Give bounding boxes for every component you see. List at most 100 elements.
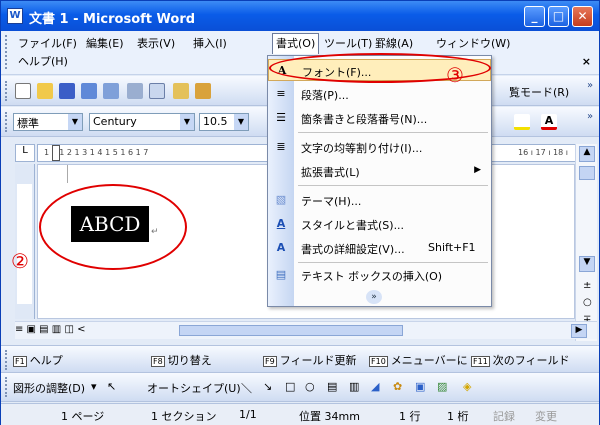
menu-insert[interactable]: 挿入(I) xyxy=(193,35,227,51)
spelling-icon[interactable] xyxy=(173,83,189,99)
expand-menu-icon[interactable]: » xyxy=(366,290,382,304)
chevron-down-icon[interactable]: ▼ xyxy=(234,114,248,130)
line-icon[interactable]: ＼ xyxy=(241,380,252,396)
draw-adjust-menu[interactable]: 図形の調整(D) xyxy=(13,380,85,396)
chevron-down-icon[interactable]: ▼ xyxy=(68,114,82,130)
browse-object-icon[interactable]: ○ xyxy=(583,297,592,308)
fkey-help[interactable]: F1 ヘルプ xyxy=(13,352,63,368)
open-folder-icon[interactable] xyxy=(37,83,53,99)
status-section: 1 セクション xyxy=(151,410,217,423)
function-key-bar: F1 ヘルプ F8 切り替え F9 フィールド更新 F10 メニューバーに F11 次のフ… xyxy=(1,345,599,373)
menu-table[interactable]: 罫線(A) xyxy=(375,35,413,51)
toolbar-options-icon[interactable]: » xyxy=(587,111,593,122)
horizontal-scroll-row: ≡ ▣ ▤ ▥ ◫ < ▶ xyxy=(15,321,597,339)
close-button[interactable]: ✕ xyxy=(572,6,593,27)
paragraph-icon: ≡ xyxy=(276,87,286,100)
title-bar[interactable]: W 文書 1 - Microsoft Word _ □ ✕ xyxy=(1,1,599,31)
styles-icon: A xyxy=(276,217,286,230)
select-pointer-icon[interactable]: ↖ xyxy=(107,380,116,393)
menu-item-distribute[interactable]: ≣ 文字の均等割り付け(I)... xyxy=(268,136,491,158)
fkey-menu-bar[interactable]: F10 メニューバーに xyxy=(369,352,468,368)
autoshape-menu[interactable]: オートシェイプ(U) xyxy=(147,380,241,396)
research-icon[interactable] xyxy=(195,83,211,99)
submenu-arrow-icon: ▶ xyxy=(474,165,481,175)
print-preview-icon[interactable] xyxy=(149,83,165,99)
textbox-icon[interactable]: ▤ xyxy=(327,380,337,393)
menu-file[interactable]: ファイル(F) xyxy=(18,35,77,51)
print-icon[interactable] xyxy=(127,83,143,99)
menu-item-extended-format[interactable]: 拡張書式(L) ▶ xyxy=(268,160,491,182)
reading-mode-button[interactable]: 覧モード(R) xyxy=(509,84,569,100)
view-buttons[interactable]: ≡ ▣ ▤ ▥ ◫ < xyxy=(15,324,85,335)
status-track-changes[interactable]: 変更 xyxy=(535,408,557,424)
status-position: 位置 34mm xyxy=(299,410,360,423)
rectangle-icon[interactable]: □ xyxy=(285,380,295,393)
toolbar-grip[interactable] xyxy=(5,81,8,101)
vertical-scrollbar[interactable]: ▲ ▼ ± ○ ∓ xyxy=(575,144,597,341)
new-document-icon[interactable] xyxy=(15,83,31,99)
oval-icon[interactable]: ○ xyxy=(305,380,315,393)
menu-help[interactable]: ヘルプ(H) xyxy=(18,53,68,69)
menu-edit[interactable]: 編集(E) xyxy=(86,35,124,51)
menubar-grip[interactable] xyxy=(5,35,8,69)
scroll-thumb[interactable] xyxy=(579,166,595,180)
font-select[interactable]: Century ▼ xyxy=(89,113,195,131)
annotation-number-2: ② xyxy=(11,249,29,273)
style-select[interactable]: 標準 ▼ xyxy=(13,113,83,131)
clipart-icon[interactable]: ▣ xyxy=(415,380,425,393)
word-app-icon[interactable]: W xyxy=(7,8,23,24)
picture-icon[interactable]: ▨ xyxy=(437,380,447,393)
menu-item-insert-textbox[interactable]: ▤ テキスト ボックスの挿入(O) xyxy=(268,264,491,286)
chevron-down-icon[interactable]: ▼ xyxy=(180,114,194,130)
theme-icon: ▧ xyxy=(275,193,287,206)
menu-item-bullets[interactable]: ☰ 箇条書きと段落番号(N)... xyxy=(268,107,491,129)
textbox-icon: ▤ xyxy=(275,268,287,281)
menu-view[interactable]: 表示(V) xyxy=(137,35,175,51)
menu-tools[interactable]: ツール(T) xyxy=(324,35,372,51)
menu-window[interactable]: ウィンドウ(W) xyxy=(436,35,510,51)
menu-item-label: 文字の均等割り付け(I)... xyxy=(301,142,423,155)
drawing-toolbar: 図形の調整(D) ▾ ↖ オートシェイプ(U) ＼ ↘ □ ○ ▤ ▥ ◢ ✿ … xyxy=(1,373,599,402)
fkey-update-field[interactable]: F9 フィールド更新 xyxy=(263,352,356,368)
indent-marker[interactable] xyxy=(52,145,60,161)
fkey-switch[interactable]: F8 切り替え xyxy=(151,352,212,368)
font-size-select[interactable]: 10.5 ▼ xyxy=(199,113,249,131)
vertical-ruler[interactable] xyxy=(15,164,35,319)
scroll-right-icon[interactable]: ▶ xyxy=(571,324,587,338)
status-record[interactable]: 記録 xyxy=(493,408,515,424)
email-icon[interactable] xyxy=(103,83,119,99)
scroll-down-icon[interactable]: ▼ xyxy=(579,256,595,272)
menu-item-label: 段落(P)... xyxy=(301,89,349,102)
bullets-icon: ☰ xyxy=(276,111,286,124)
menu-item-reveal-formatting[interactable]: A 書式の詳細設定(V)... Shift+F1 xyxy=(268,237,491,259)
horizontal-scroll-thumb[interactable] xyxy=(179,325,403,336)
arrow-icon[interactable]: ↘ xyxy=(263,380,272,393)
menu-item-styles[interactable]: A スタイルと書式(S)... xyxy=(268,213,491,235)
highlight-icon[interactable] xyxy=(514,114,530,130)
window-title: 文書 1 - Microsoft Word xyxy=(29,12,196,27)
document-close-icon[interactable]: × xyxy=(582,55,591,68)
diagram-icon[interactable]: ✿ xyxy=(393,380,402,393)
menu-item-theme[interactable]: ▧ テーマ(H)... xyxy=(268,189,491,211)
format-menu: A フォント(F)... ≡ 段落(P)... ☰ 箇条書きと段落番号(N)..… xyxy=(267,55,492,307)
minimize-button[interactable]: _ xyxy=(524,6,545,27)
chevron-down-icon[interactable]: ▾ xyxy=(91,380,97,393)
prev-page-icon[interactable]: ± xyxy=(583,280,591,291)
scroll-up-icon[interactable]: ▲ xyxy=(579,146,595,162)
fill-color-icon[interactable]: ◈ xyxy=(463,380,471,393)
permission-icon[interactable] xyxy=(81,83,97,99)
fkey-next-field[interactable]: F11 次のフィールド xyxy=(471,352,570,368)
font-color-icon[interactable]: A xyxy=(541,114,557,130)
vertical-textbox-icon[interactable]: ▥ xyxy=(349,380,359,393)
status-column: 1 桁 xyxy=(447,410,469,423)
menu-item-label: テーマ(H)... xyxy=(301,195,362,208)
menu-format[interactable]: 書式(O) xyxy=(272,33,320,54)
toolbar-grip[interactable] xyxy=(5,112,8,132)
toolbar-options-icon[interactable]: » xyxy=(587,80,593,91)
maximize-button[interactable]: □ xyxy=(548,6,569,27)
save-icon[interactable] xyxy=(59,83,75,99)
tab-selector[interactable]: L xyxy=(15,144,35,162)
annotation-circle-text xyxy=(39,184,187,270)
word-window: W 文書 1 - Microsoft Word _ □ ✕ ファイル(F) 編集… xyxy=(0,0,600,425)
wordart-icon[interactable]: ◢ xyxy=(371,380,379,393)
